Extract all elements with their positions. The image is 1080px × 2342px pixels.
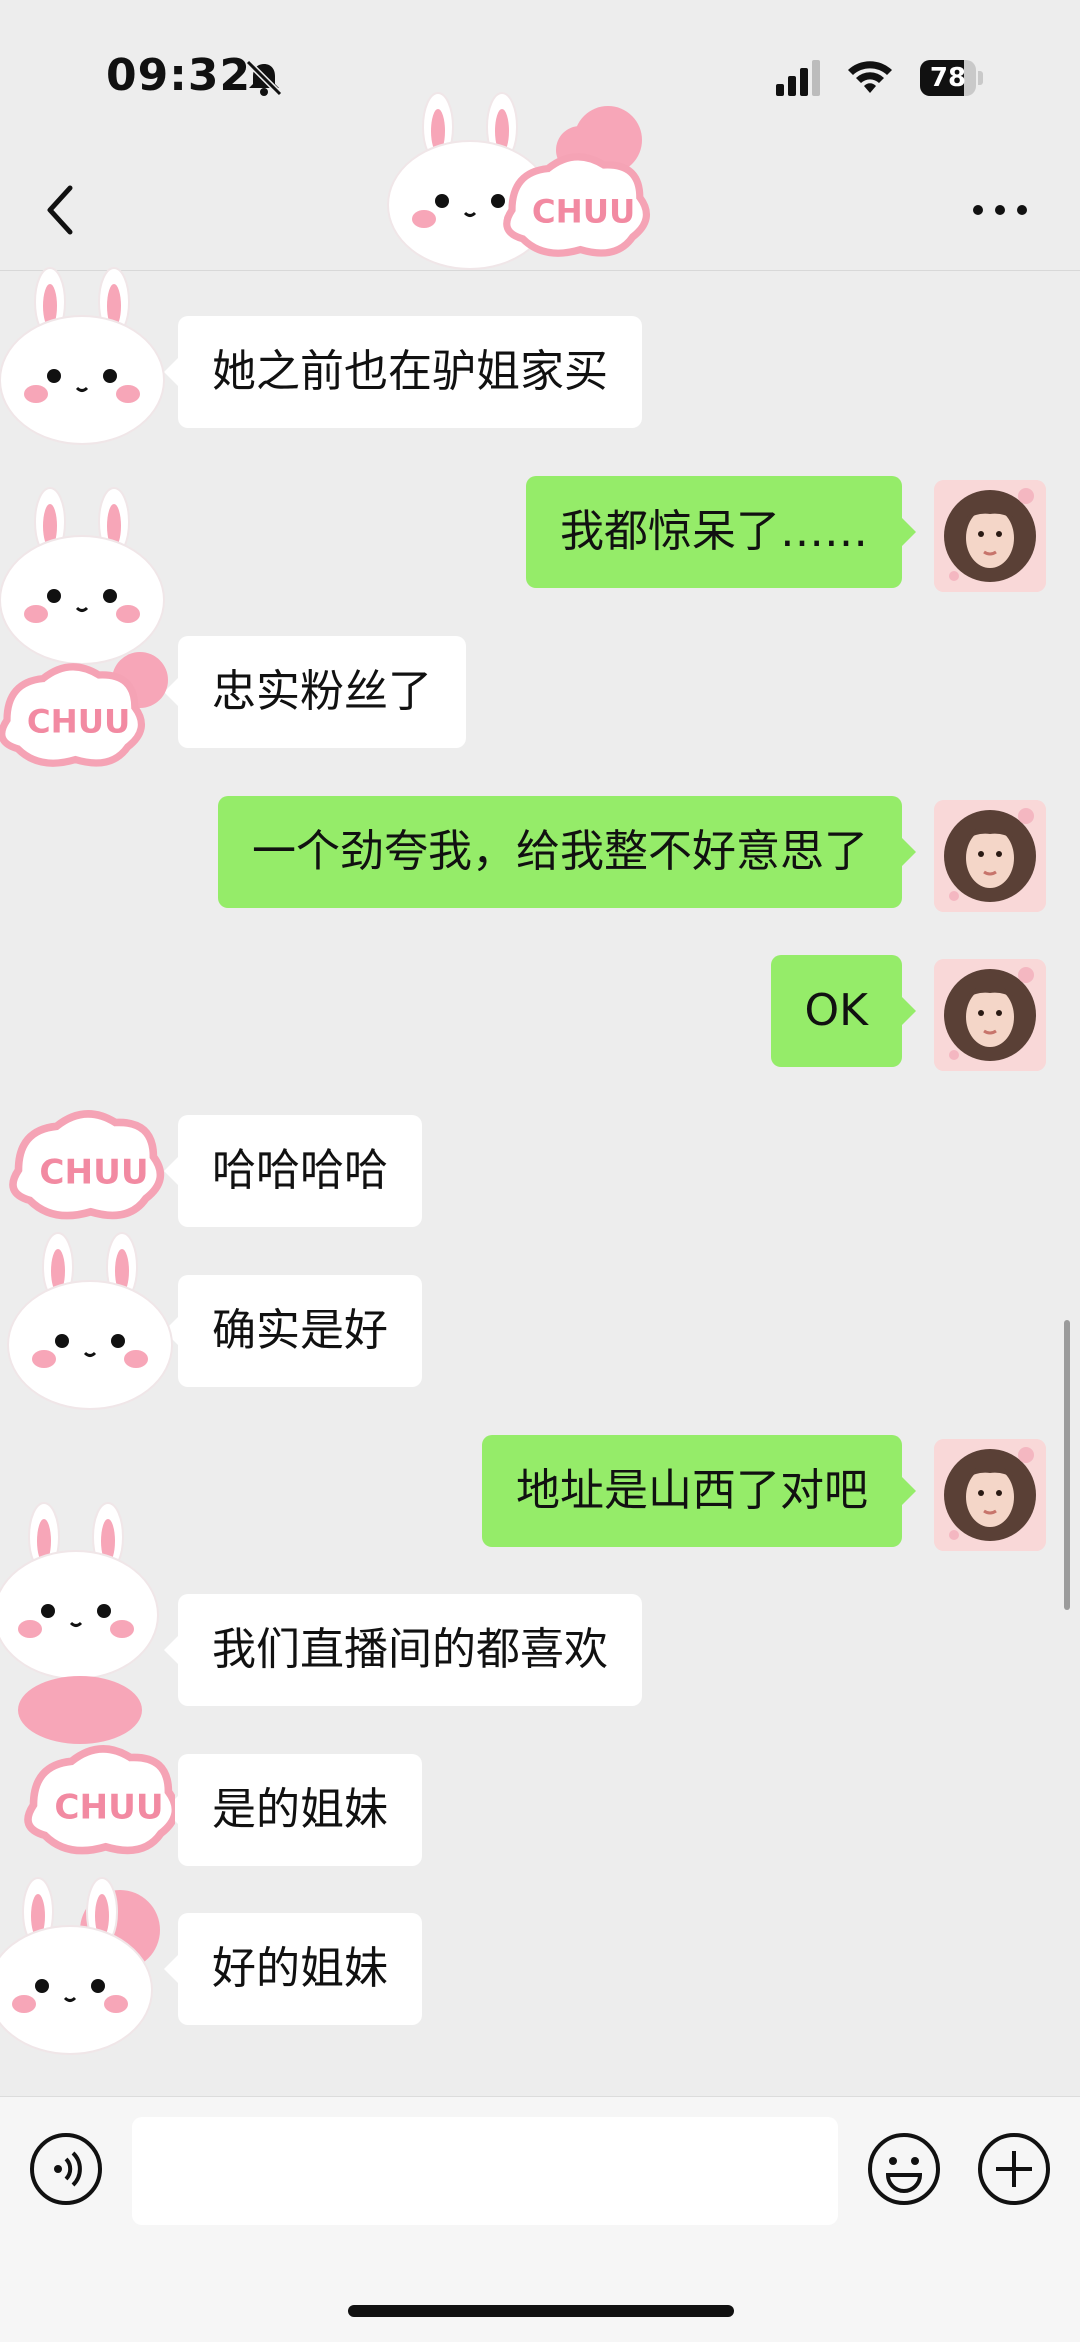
message-bubble-outgoing[interactable]: 地址是山西了对吧 [482, 1435, 916, 1547]
avatar[interactable] [934, 959, 1046, 1071]
bunny-sticker-header [386, 91, 680, 271]
bunny-avatar-sticker[interactable] [0, 480, 175, 780]
message-bubble-outgoing[interactable]: 我都惊呆了…… [526, 476, 916, 588]
avatar[interactable] [934, 800, 1046, 912]
bunny-avatar-sticker[interactable] [0, 250, 175, 450]
message-bubble-outgoing[interactable]: 一个劲夸我，给我整不好意思了 [218, 796, 916, 908]
message-bubble-incoming[interactable]: 我们直播间的都喜欢 [164, 1594, 642, 1706]
bunny-avatar-sticker[interactable] [0, 1230, 175, 1430]
voice-icon[interactable] [28, 2131, 104, 2207]
bunny-avatar-sticker[interactable] [0, 1860, 175, 2060]
message-bubble-outgoing[interactable]: OK [770, 955, 916, 1067]
ellipsis-icon[interactable] [968, 190, 1032, 230]
plus-circle-icon[interactable] [976, 2131, 1052, 2207]
chuu-avatar-sticker[interactable] [0, 1735, 175, 1865]
chuu-avatar-sticker[interactable] [0, 1100, 175, 1240]
scrollbar[interactable] [1064, 1320, 1070, 1610]
message-bubble-incoming[interactable]: 哈哈哈哈 [164, 1115, 422, 1227]
battery-percent: 78 [929, 63, 967, 93]
message-input[interactable] [132, 2117, 838, 2225]
bunny-avatar-sticker[interactable] [0, 1490, 175, 1750]
message-bubble-incoming[interactable]: 好的姐妹 [164, 1913, 422, 2025]
avatar[interactable] [934, 480, 1046, 592]
home-indicator[interactable] [348, 2305, 734, 2317]
message-bubble-incoming[interactable]: 确实是好 [164, 1275, 422, 1387]
cellular-signal-icon [776, 60, 820, 96]
emoji-icon[interactable] [866, 2131, 942, 2207]
message-bubble-incoming[interactable]: 是的姐妹 [164, 1754, 422, 1866]
avatar[interactable] [934, 1439, 1046, 1551]
status-time: 09:32 [106, 50, 252, 101]
battery-icon: 78 [920, 60, 984, 96]
message-bubble-incoming[interactable]: 她之前也在驴姐家买 [164, 316, 642, 428]
message-bubble-incoming[interactable]: 忠实粉丝了 [164, 636, 466, 748]
wifi-icon [848, 61, 892, 93]
chevron-left-icon[interactable] [40, 180, 84, 240]
bell-muted-icon [245, 59, 283, 97]
